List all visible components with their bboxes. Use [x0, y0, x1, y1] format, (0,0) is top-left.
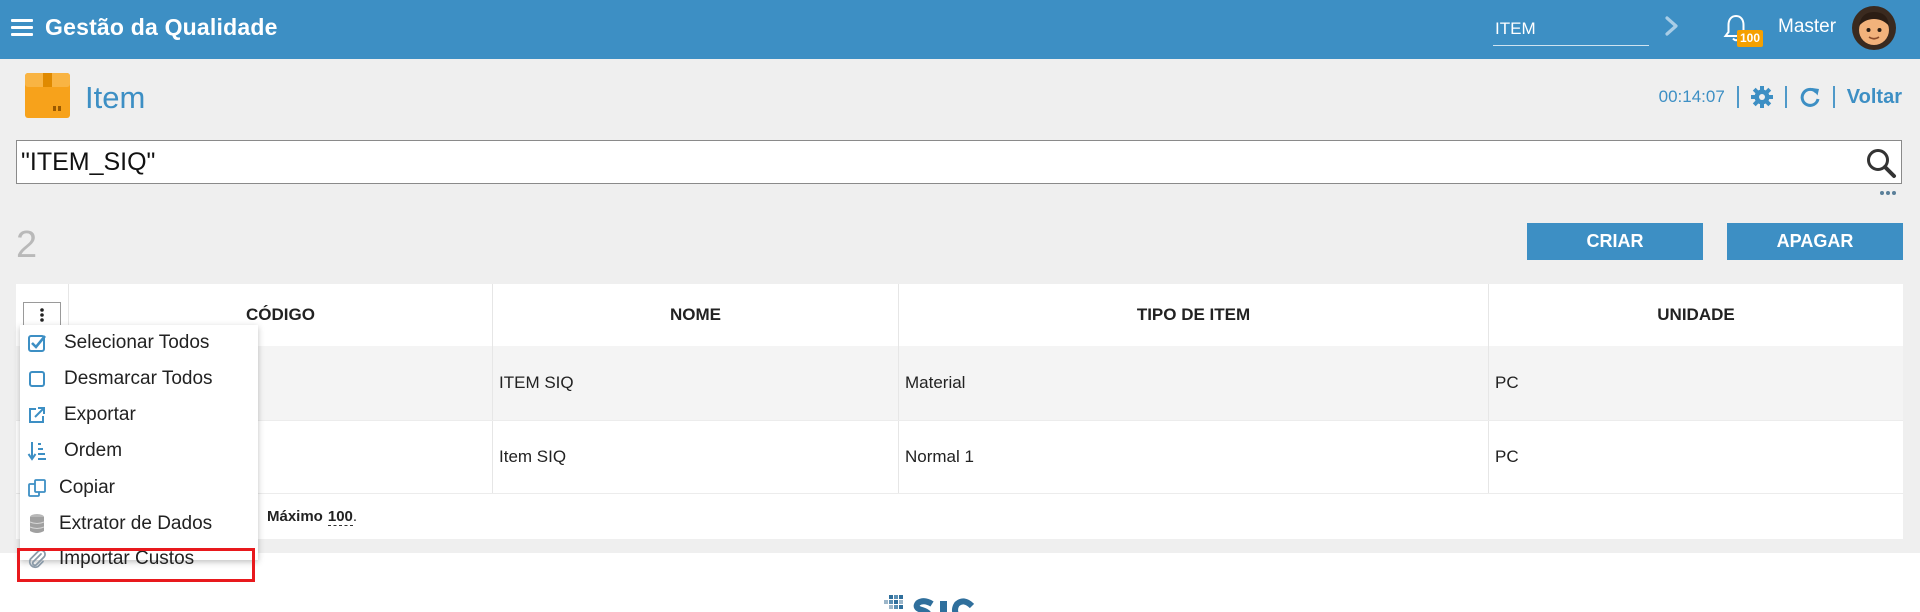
kebab-icon — [40, 308, 44, 322]
menu-item-label: Extrator de Dados — [59, 513, 213, 534]
record-count: 2 — [16, 224, 38, 266]
table-header-row: CÓDIGO NOME TIPO DE ITEM UNIDADE — [16, 284, 1903, 346]
more-options-icon[interactable] — [1879, 189, 1897, 197]
divider — [1784, 86, 1787, 108]
menu-item-select-all[interactable]: Selecionar Todos — [20, 325, 258, 361]
hamburger-menu-icon[interactable] — [11, 19, 33, 37]
notification-badge: 100 — [1737, 30, 1764, 47]
main-content: Item 00:14:07 Voltar "ITEM_SIQ" 2 CRIAR … — [0, 59, 1920, 553]
column-header-unidade[interactable]: UNIDADE — [1489, 284, 1903, 346]
cell-nome: Item SIQ — [493, 421, 899, 493]
company-logo — [884, 595, 975, 612]
user-avatar[interactable] — [1851, 5, 1897, 51]
menu-item-deselect-all[interactable]: Desmarcar Todos — [20, 361, 258, 397]
menu-item-order[interactable]: Ordem — [20, 433, 258, 469]
chevron-right-icon[interactable] — [1662, 14, 1682, 38]
top-bar: Gestão da Qualidade 100 Master — [0, 0, 1920, 59]
gear-icon[interactable] — [1750, 86, 1773, 108]
refresh-icon[interactable] — [1799, 86, 1821, 108]
table-footer: Máximo 100. — [16, 494, 1903, 539]
results-table: CÓDIGO NOME TIPO DE ITEM UNIDADE ITEM SI… — [16, 284, 1903, 539]
table-row[interactable]: Item SIQ Normal 1 PC — [16, 420, 1903, 494]
menu-item-label: Exportar — [64, 404, 136, 425]
session-timer: 00:14:07 — [1658, 87, 1725, 106]
max-label: Máximo — [267, 508, 323, 525]
max-records-value[interactable]: 100 — [327, 508, 353, 526]
app-title: Gestão da Qualidade — [45, 14, 278, 40]
column-header-nome[interactable]: NOME — [493, 284, 899, 346]
check-square-icon — [27, 333, 47, 353]
column-header-tipo[interactable]: TIPO DE ITEM — [899, 284, 1489, 346]
user-name[interactable]: Master — [1778, 16, 1836, 38]
menu-item-label: Selecionar Todos — [64, 332, 210, 353]
divider — [1736, 86, 1739, 108]
delete-button[interactable]: APAGAR — [1727, 223, 1903, 260]
search-icon[interactable] — [1865, 147, 1897, 179]
cell-nome: ITEM SIQ — [493, 346, 899, 420]
back-link[interactable]: Voltar — [1847, 86, 1902, 109]
menu-item-label: Importar Custos — [59, 548, 195, 569]
page-actions: 00:14:07 Voltar — [1659, 84, 1902, 110]
menu-item-export[interactable]: Exportar — [20, 397, 258, 433]
divider — [1832, 86, 1835, 108]
menu-item-import-costs[interactable]: Importar Custos — [20, 541, 258, 577]
cell-tipo: Normal 1 — [899, 421, 1489, 493]
menu-item-copy[interactable]: Copiar — [20, 470, 258, 506]
search-box — [16, 140, 1902, 184]
cell-unidade: PC — [1495, 447, 1519, 466]
create-button[interactable]: CRIAR — [1527, 223, 1703, 260]
export-icon — [27, 405, 47, 425]
table-row[interactable]: ITEM SIQ Material PC — [16, 346, 1903, 420]
module-search-input[interactable] — [1493, 12, 1649, 46]
menu-item-label: Ordem — [64, 440, 123, 461]
menu-item-label: Desmarcar Todos — [64, 368, 213, 389]
square-icon — [27, 369, 47, 389]
database-icon — [27, 514, 47, 534]
cell-unidade: PC — [1495, 373, 1519, 392]
footer-period: . — [352, 508, 358, 525]
row-actions-menu: Selecionar Todos Desmarcar Todos Exporta… — [20, 325, 258, 569]
paperclip-icon — [27, 549, 47, 569]
menu-item-data-extractor[interactable]: Extrator de Dados — [20, 506, 258, 542]
menu-item-label: Copiar — [59, 477, 115, 498]
box-icon — [25, 73, 70, 118]
search-input[interactable] — [19, 143, 1839, 181]
copy-icon — [27, 478, 47, 498]
page-title: Item — [85, 80, 146, 115]
cell-tipo: Material — [899, 346, 1489, 420]
sort-icon — [27, 441, 47, 461]
